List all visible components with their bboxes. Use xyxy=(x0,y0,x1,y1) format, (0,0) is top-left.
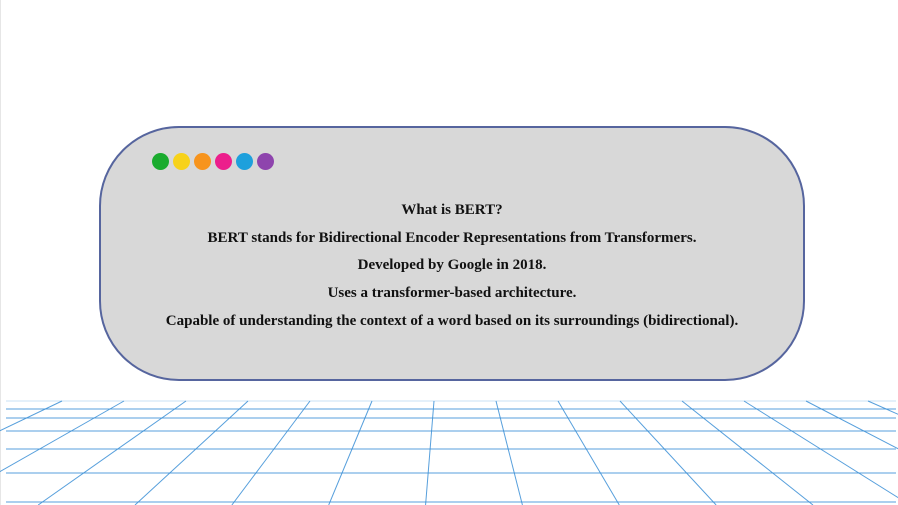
grid-converging-line xyxy=(425,400,435,505)
card-line-definition: BERT stands for Bidirectional Encoder Re… xyxy=(207,229,697,246)
card-title: What is BERT? xyxy=(401,202,503,218)
card-line-architecture: Uses a transformer-based architecture. xyxy=(327,285,577,302)
grid-converging-line xyxy=(0,400,125,473)
grid-converging-line xyxy=(557,400,620,505)
grid-converging-line xyxy=(37,400,187,505)
grid-converging-line xyxy=(495,400,523,505)
purple-dot xyxy=(257,153,274,170)
perspective-grid-floor xyxy=(0,400,898,505)
grid-converging-line xyxy=(231,400,311,505)
grid-converging-line xyxy=(743,400,898,499)
green-dot xyxy=(152,153,169,170)
card-line-context: Capable of understanding the context of … xyxy=(165,312,739,329)
grid-converging-line xyxy=(0,400,63,432)
grid-converging-line xyxy=(134,400,249,505)
grid-converging-line xyxy=(328,400,373,505)
yellow-dot xyxy=(173,153,190,170)
card-text: What is BERT? BERT stands for Bidirectio… xyxy=(101,197,803,335)
card-line-origin: Developed by Google in 2018. xyxy=(357,257,547,274)
info-card: What is BERT? BERT stands for Bidirectio… xyxy=(99,126,805,381)
pink-dot xyxy=(215,153,232,170)
orange-dot xyxy=(194,153,211,170)
color-dots xyxy=(152,153,274,170)
grid-converging-line xyxy=(867,400,898,415)
blue-dot xyxy=(236,153,253,170)
